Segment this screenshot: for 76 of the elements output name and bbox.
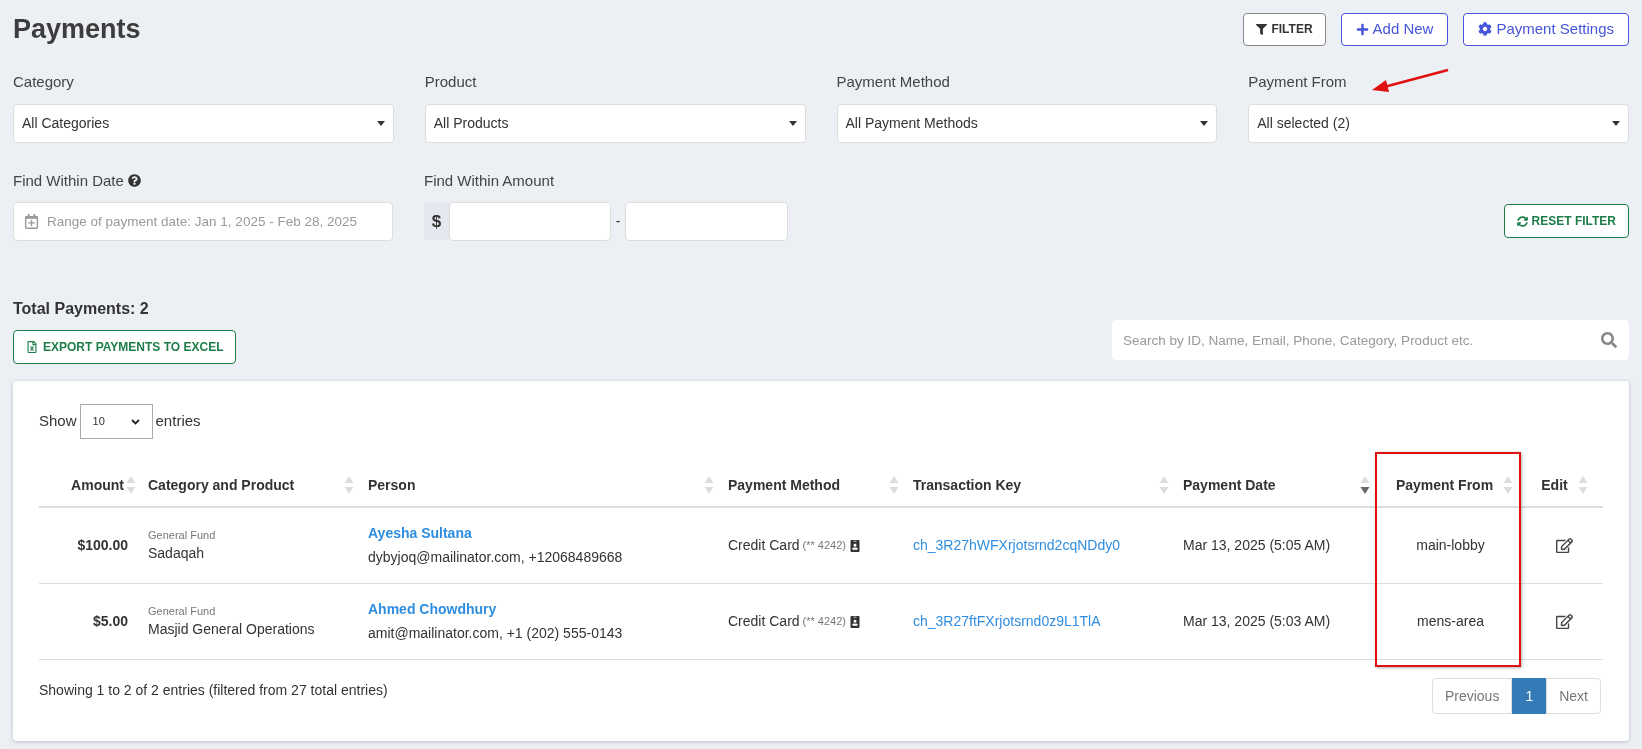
person-name-link[interactable]: Ahmed Chowdhury	[368, 599, 497, 620]
pagination-button[interactable]: Previous	[1431, 678, 1513, 714]
caret-icon	[376, 120, 385, 126]
calendar-icon	[24, 214, 39, 229]
caret-icon	[1200, 120, 1209, 126]
caret-icon	[1612, 120, 1620, 126]
column-header[interactable]: Category and Product	[148, 474, 295, 496]
filter-select[interactable]: All Categories	[13, 103, 394, 143]
id-card-icon[interactable]	[849, 539, 861, 552]
table-info: Showing 1 to 2 of 2 entries (filtered from 27 total entries)	[39, 681, 388, 700]
max-amount-field[interactable]	[625, 202, 788, 241]
add-new-button[interactable]: Add New	[1340, 12, 1449, 46]
payment-from-cell-text: mens-area	[1416, 612, 1485, 631]
edit-icon[interactable]	[1556, 613, 1573, 630]
sort-icon[interactable]	[1360, 475, 1370, 495]
reset-filter-button[interactable]: RESET FILTER	[1503, 204, 1629, 238]
filter-label: Payment Method	[836, 72, 950, 90]
transaction-key-link[interactable]: ch_3R27ftFXrjotsrnd0z9L1TlA	[905, 611, 1175, 632]
product-text: Sadaqah	[148, 544, 206, 564]
column-header[interactable]: Person	[368, 474, 416, 496]
payment-method-text: Credit Card	[728, 536, 800, 555]
show-label: Show	[39, 411, 77, 432]
id-card-icon[interactable]	[849, 615, 861, 628]
column-header[interactable]: Amount	[71, 474, 124, 496]
min-amount-field[interactable]	[449, 202, 611, 241]
chevron-icon	[130, 418, 140, 425]
amount-cell-text: $5.00	[91, 612, 129, 631]
search-field[interactable]: Search by ID, Name, Email, Phone, Category, Product etc.	[1112, 320, 1629, 360]
search-icon[interactable]	[1601, 332, 1617, 348]
pagination-button[interactable]: 1	[1512, 678, 1547, 714]
pagination-button[interactable]: Next	[1546, 678, 1601, 714]
currency-symbol: $	[424, 203, 449, 240]
contact-text: dybyjoq@mailinator.com, +12068489668	[368, 548, 624, 567]
filter-label: Product	[424, 72, 477, 90]
page-size-select[interactable]: 10	[79, 404, 153, 439]
page-title: Payments	[13, 13, 141, 46]
column-header[interactable]: Payment From	[1387, 474, 1494, 496]
entries-label: entries	[155, 411, 201, 432]
contact-text: amit@mailinator.com, +1 (202) 555-0143	[368, 624, 624, 643]
card-number-text: (** 4242)	[802, 538, 846, 554]
range-separator: -	[614, 212, 622, 231]
filter-label: Find Within Date	[13, 170, 124, 191]
payment-date-cell-text: Mar 13, 2025 (5:03 AM)	[1182, 612, 1332, 631]
product-text: Masjid General Operations	[148, 620, 316, 640]
transaction-key-link[interactable]: ch_3R27hWFXrjotsrnd2cqNDdy0	[905, 535, 1175, 556]
plus-icon	[1355, 22, 1369, 36]
edit-icon[interactable]	[1556, 537, 1573, 554]
spreadsheet-icon	[26, 341, 38, 353]
caret-icon	[788, 120, 797, 126]
column-header[interactable]: Edit	[1541, 474, 1568, 496]
category-text: General Fund	[148, 527, 217, 543]
column-header[interactable]: Payment Date	[1183, 474, 1276, 496]
column-header[interactable]: Transaction Key	[913, 474, 1022, 496]
filter-icon	[1256, 23, 1268, 35]
settings-icon	[1478, 22, 1493, 37]
filter-label: Find Within Amount	[424, 170, 556, 191]
column-header[interactable]: Payment Method	[728, 474, 840, 496]
payment-from-cell-text: main-lobby	[1415, 536, 1486, 555]
payment-method-text: Credit Card	[728, 612, 800, 631]
category-text: General Fund	[148, 603, 217, 619]
filter-label: Payment From	[1248, 72, 1347, 90]
filter-select[interactable]: All Payment Methods	[836, 103, 1218, 143]
person-name-link[interactable]: Ayesha Sultana	[368, 523, 472, 544]
total-payments: Total Payments: 2	[13, 299, 150, 319]
date-range-field[interactable]: Range of payment date: Jan 1, 2025 - Feb 28, 2025	[13, 202, 393, 241]
filter-select[interactable]: All selected (2)	[1248, 103, 1629, 143]
filter-label: Category	[13, 72, 74, 90]
amount-cell-text: $100.00	[76, 536, 129, 555]
filter-select[interactable]: All Products	[424, 103, 806, 143]
filter-button[interactable]: FILTER	[1243, 12, 1326, 46]
payment-date-cell-text: Mar 13, 2025 (5:05 AM)	[1182, 536, 1332, 555]
refresh-icon	[1516, 215, 1528, 227]
card-number-text: (** 4242)	[802, 614, 846, 630]
help-icon[interactable]	[127, 174, 141, 188]
settings-button[interactable]: Payment Settings	[1463, 12, 1629, 46]
export-button[interactable]: EXPORT PAYMENTS TO EXCEL	[13, 330, 237, 364]
